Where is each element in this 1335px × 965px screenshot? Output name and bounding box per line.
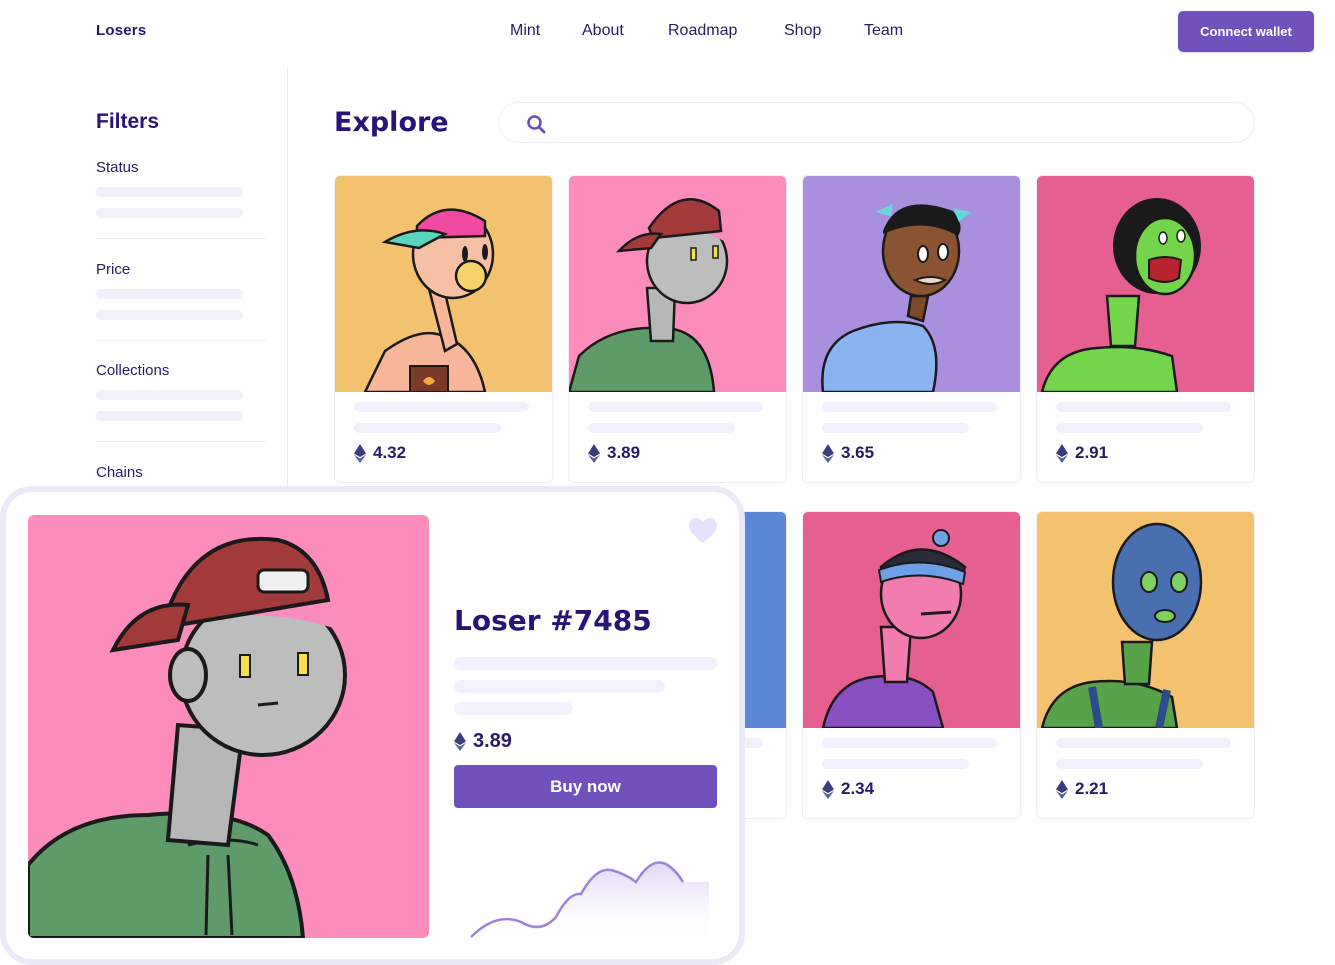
search-icon (527, 115, 546, 134)
skeleton-line (822, 402, 997, 412)
skeleton-line (454, 680, 665, 693)
connect-wallet-button[interactable]: Connect wallet (1178, 11, 1314, 52)
nav-item-about[interactable]: About (582, 22, 668, 40)
nft-artwork (1037, 176, 1254, 392)
filter-group-collections[interactable]: Collections (96, 362, 243, 421)
price-value: 2.91 (1075, 443, 1109, 462)
skeleton-line (454, 702, 573, 715)
skeleton-line (1056, 423, 1203, 433)
filter-group-price[interactable]: Price (96, 261, 243, 320)
filter-divider (96, 238, 266, 239)
skeleton-line (588, 423, 735, 433)
search-input[interactable] (557, 111, 1237, 135)
price-history-sparkline (470, 861, 709, 947)
skeleton-line (822, 738, 997, 748)
price-value: 3.89 (473, 730, 512, 752)
ethereum-icon (1056, 779, 1068, 799)
page-title: Explore (334, 107, 449, 138)
filter-group-chains[interactable]: Chains (96, 464, 143, 481)
skeleton-line (588, 402, 763, 412)
nft-artwork (1037, 512, 1254, 728)
skeleton-line (96, 289, 243, 299)
buy-now-button[interactable]: Buy now (454, 765, 717, 808)
skeleton-line (96, 411, 243, 421)
price-value: 3.65 (841, 443, 875, 462)
nft-artwork (569, 176, 786, 392)
price-value: 3.89 (607, 443, 641, 462)
nft-detail-price: 3.89 (454, 730, 512, 753)
filter-label: Chains (96, 464, 143, 481)
ethereum-icon (822, 443, 834, 463)
card-price: 3.65 (822, 443, 874, 463)
nft-artwork (803, 176, 1020, 392)
card-price: 2.21 (1056, 779, 1108, 799)
filter-divider (96, 340, 266, 341)
nft-card[interactable]: 2.34 (802, 511, 1021, 819)
nft-detail-title: Loser #7485 (454, 604, 652, 637)
nft-detail-panel: Loser #7485 3.89 Buy now (0, 486, 745, 965)
nav-item-roadmap[interactable]: Roadmap (668, 22, 784, 40)
filters-title: Filters (96, 110, 160, 133)
brand-logo[interactable]: Losers (96, 22, 146, 39)
skeleton-line (354, 423, 501, 433)
ethereum-icon (588, 443, 600, 463)
nft-card[interactable]: 2.21 (1036, 511, 1255, 819)
filter-label: Price (96, 261, 131, 278)
nft-card[interactable]: 3.65 (802, 175, 1021, 483)
nft-artwork (803, 512, 1020, 728)
favorite-heart-icon[interactable] (689, 518, 717, 544)
filter-label: Status (96, 159, 139, 176)
nav-item-mint[interactable]: Mint (510, 22, 582, 40)
skeleton-line (822, 423, 969, 433)
price-value: 4.32 (373, 443, 407, 462)
filter-label: Collections (96, 362, 170, 379)
filter-group-status[interactable]: Status (96, 159, 243, 218)
sidebar-divider (287, 68, 288, 498)
filter-divider (96, 441, 266, 442)
skeleton-line (1056, 738, 1231, 748)
nav-item-team[interactable]: Team (864, 22, 903, 40)
skeleton-line (96, 187, 243, 197)
skeleton-line (354, 402, 529, 412)
skeleton-line (454, 657, 717, 670)
price-value: 2.34 (841, 779, 875, 798)
skeleton-line (96, 390, 243, 400)
ethereum-icon (822, 779, 834, 799)
ethereum-icon (454, 732, 466, 751)
nft-card[interactable]: 4.32 (334, 175, 553, 483)
skeleton-line (1056, 759, 1203, 769)
skeleton-line (96, 310, 243, 320)
ethereum-icon (1056, 443, 1068, 463)
search-bar[interactable] (498, 102, 1255, 143)
ethereum-icon (354, 443, 366, 463)
card-price: 2.34 (822, 779, 874, 799)
card-price: 3.89 (588, 443, 640, 463)
skeleton-line (96, 208, 243, 218)
price-value: 2.21 (1075, 779, 1109, 798)
main-nav: Mint About Roadmap Shop Team (510, 22, 903, 40)
skeleton-line (1056, 402, 1231, 412)
skeleton-line (822, 759, 969, 769)
nft-card[interactable]: 2.91 (1036, 175, 1255, 483)
card-price: 2.91 (1056, 443, 1108, 463)
card-price: 4.32 (354, 443, 406, 463)
nav-item-shop[interactable]: Shop (784, 22, 864, 40)
nft-artwork (335, 176, 552, 392)
nft-detail-artwork (28, 515, 429, 938)
nft-card[interactable]: 3.89 (568, 175, 787, 483)
